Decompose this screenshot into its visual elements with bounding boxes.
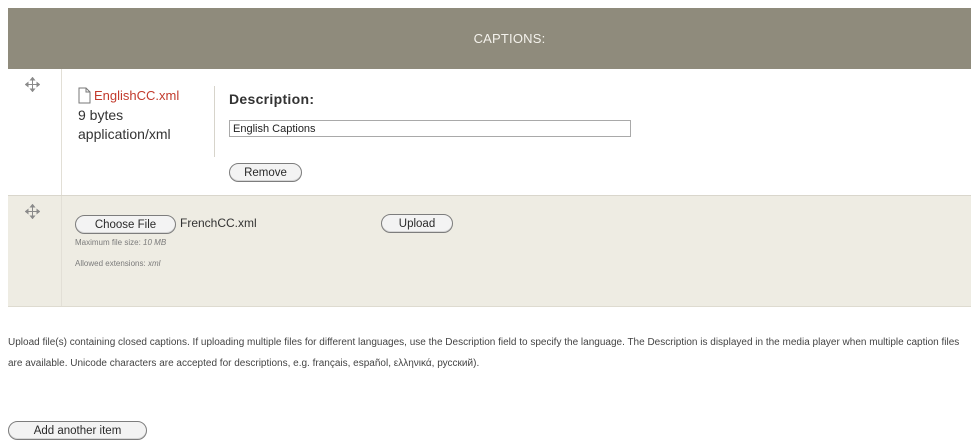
captions-field: CAPTIONS: EnglishCC.xml 9 bytes applicat… xyxy=(0,0,971,444)
file-size: 9 bytes xyxy=(78,106,124,123)
drag-handle-icon[interactable] xyxy=(25,204,40,219)
max-file-size-value: 10 MB xyxy=(143,238,167,247)
drag-handle-icon[interactable] xyxy=(25,77,40,92)
captions-header-title: CAPTIONS: xyxy=(473,31,546,46)
file-name-line: EnglishCC.xml xyxy=(78,86,214,106)
allowed-extensions-value: xml xyxy=(147,259,161,268)
caption-row-upload: Choose File FrenchCC.xml Upload Maximum … xyxy=(8,196,971,307)
description-input[interactable] xyxy=(229,120,631,137)
caption-row-english: EnglishCC.xml 9 bytes application/xml De… xyxy=(8,69,971,196)
chosen-file-name: FrenchCC.xml xyxy=(180,216,257,230)
file-link[interactable]: EnglishCC.xml xyxy=(94,86,179,106)
upload-button[interactable]: Upload xyxy=(381,214,453,233)
drag-cell xyxy=(8,196,62,306)
remove-button[interactable]: Remove xyxy=(229,163,302,182)
max-file-size-label: Maximum file size: xyxy=(75,238,141,247)
file-mime: application/xml xyxy=(78,126,171,142)
allowed-extensions-label: Allowed extensions: xyxy=(75,259,146,268)
drag-cell xyxy=(8,69,62,195)
captions-header: CAPTIONS: xyxy=(8,8,971,69)
field-description: Upload file(s) containing closed caption… xyxy=(8,337,960,369)
description-block: Description: xyxy=(229,91,631,137)
file-info: EnglishCC.xml 9 bytes application/xml xyxy=(78,86,215,157)
max-file-size-hint: Maximum file size: 10 MB xyxy=(75,238,166,247)
choose-file-button[interactable]: Choose File xyxy=(75,215,176,234)
add-another-item-button[interactable]: Add another item xyxy=(8,421,147,440)
allowed-extensions-hint: Allowed extensions: xml xyxy=(75,259,160,268)
document-icon xyxy=(78,87,91,104)
description-label: Description: xyxy=(229,91,315,107)
